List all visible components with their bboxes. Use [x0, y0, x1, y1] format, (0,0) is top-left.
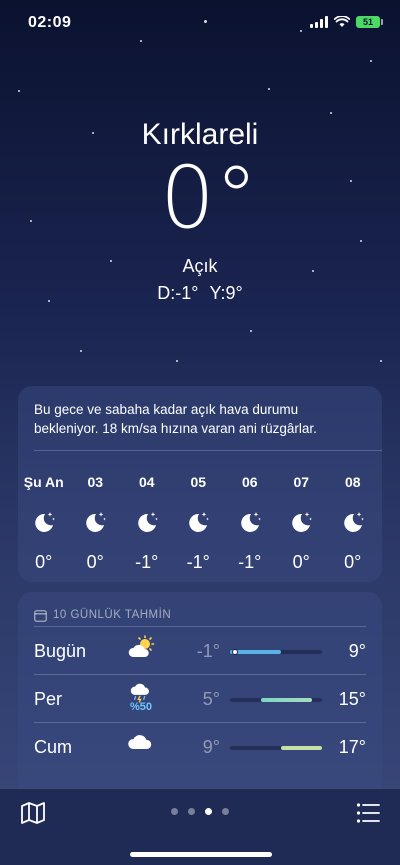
- hour-label: 04: [138, 474, 155, 490]
- hour-temperature: 0°: [35, 552, 53, 572]
- battery-icon: 51: [356, 16, 383, 28]
- temperature-range-fill: [281, 746, 322, 750]
- hour-label: 05: [190, 474, 207, 490]
- moon-stars-icon: [237, 508, 263, 544]
- day-high-temperature: 17°: [338, 737, 366, 757]
- cellular-signal-icon: [310, 16, 328, 28]
- daily-forecast-title: 10 GÜNLÜK TAHMİN: [53, 609, 172, 621]
- hour-temperature: -1°: [186, 552, 210, 572]
- daily-forecast-header: 10 GÜNLÜK TAHMİN: [18, 592, 382, 626]
- temperature-range-fill: [260, 698, 312, 702]
- battery-level: 51: [362, 17, 373, 27]
- page-dot[interactable]: [171, 808, 178, 815]
- day-name: Bugün: [34, 641, 87, 661]
- weather-condition: Açık: [182, 256, 218, 276]
- hour-label: Şu An: [23, 474, 64, 490]
- hourly-item: Şu An 0°: [18, 474, 70, 573]
- day-name: Per: [34, 689, 63, 709]
- wifi-icon: [334, 16, 350, 27]
- hour-label: 07: [293, 474, 310, 490]
- list-icon[interactable]: [356, 802, 380, 824]
- status-time: 02:09: [28, 14, 72, 31]
- moon-stars-icon: [340, 508, 366, 544]
- hourly-item: 03 0°: [70, 474, 122, 573]
- high-low-temperatures: D:-1° Y:9°: [0, 283, 400, 304]
- day-high-temperature: 9°: [348, 641, 366, 661]
- bottom-toolbar: [0, 788, 400, 865]
- temperature-range-bar: [230, 746, 322, 750]
- temperature-range-bar: [230, 649, 322, 655]
- hourly-forecast-card[interactable]: Bu gece ve sabaha kadar açık hava durumu…: [18, 386, 382, 582]
- current-weather: Kırklareli 0° Açık D:-1° Y:9°: [0, 118, 400, 304]
- cloud-rain-thunder-icon: %50: [126, 683, 156, 713]
- day-name: Cum: [34, 737, 73, 757]
- hourly-item: 04 -1°: [121, 474, 173, 573]
- sun-behind-cloud-icon: [126, 635, 156, 665]
- hour-label: 06: [241, 474, 258, 490]
- divider: [34, 450, 382, 451]
- hour-label: 03: [87, 474, 104, 490]
- home-indicator[interactable]: [130, 852, 272, 857]
- hourly-item: 06 -1°: [224, 474, 276, 573]
- current-temp-marker: [232, 649, 239, 655]
- hour-temperature: 0°: [292, 552, 310, 572]
- city-name: Kırklareli: [141, 118, 259, 151]
- hourly-item: 05 -1°: [173, 474, 225, 573]
- moon-stars-icon: [185, 508, 211, 544]
- day-high-temperature: 15°: [338, 689, 366, 709]
- hour-label: 08: [344, 474, 361, 490]
- page-indicator[interactable]: [0, 808, 400, 815]
- moon-stars-icon: [134, 508, 160, 544]
- hourly-item: 07 0°: [276, 474, 328, 573]
- page-dot-active[interactable]: [205, 808, 212, 815]
- day-low-temperature: -1°: [196, 641, 220, 661]
- daily-forecast-row[interactable]: Per %50 5° 15°: [34, 674, 366, 722]
- temperature-range-bar: [230, 698, 322, 702]
- day-low-temperature: 9°: [202, 737, 220, 757]
- status-bar: 02:09 51: [0, 0, 400, 44]
- daily-forecast-row[interactable]: Bugün -1° 9°: [34, 626, 366, 674]
- low-temperature: D:-1°: [157, 283, 199, 303]
- cloud-icon: [126, 731, 156, 761]
- hourly-forecast-row[interactable]: Şu An 0° 03 0° 04 -1° 05 -1° 06 -1° 07 0° 08 0°: [18, 474, 379, 573]
- daily-forecast-row[interactable]: Cum 9° 17°: [34, 722, 366, 770]
- calendar-icon: [34, 609, 47, 622]
- forecast-summary: Bu gece ve sabaha kadar açık hava durumu…: [34, 402, 317, 436]
- moon-stars-icon: [31, 508, 57, 544]
- high-temperature: Y:9°: [209, 283, 243, 303]
- current-temperature: 0°: [160, 148, 258, 248]
- hourly-item: 08 0°: [327, 474, 379, 573]
- page-dot[interactable]: [188, 808, 195, 815]
- status-icons: 51: [310, 16, 383, 28]
- precipitation-chance: %50: [129, 701, 153, 713]
- moon-stars-icon: [82, 508, 108, 544]
- moon-stars-icon: [288, 508, 314, 544]
- hour-temperature: 0°: [86, 552, 104, 572]
- hour-temperature: 0°: [344, 552, 362, 572]
- daily-forecast-list: Bugün -1° 9° Per %50 5° 15° Cum 9° 17°: [18, 626, 382, 770]
- page-dot[interactable]: [222, 808, 229, 815]
- day-low-temperature: 5°: [202, 689, 220, 709]
- hour-temperature: -1°: [135, 552, 159, 572]
- hour-temperature: -1°: [238, 552, 262, 572]
